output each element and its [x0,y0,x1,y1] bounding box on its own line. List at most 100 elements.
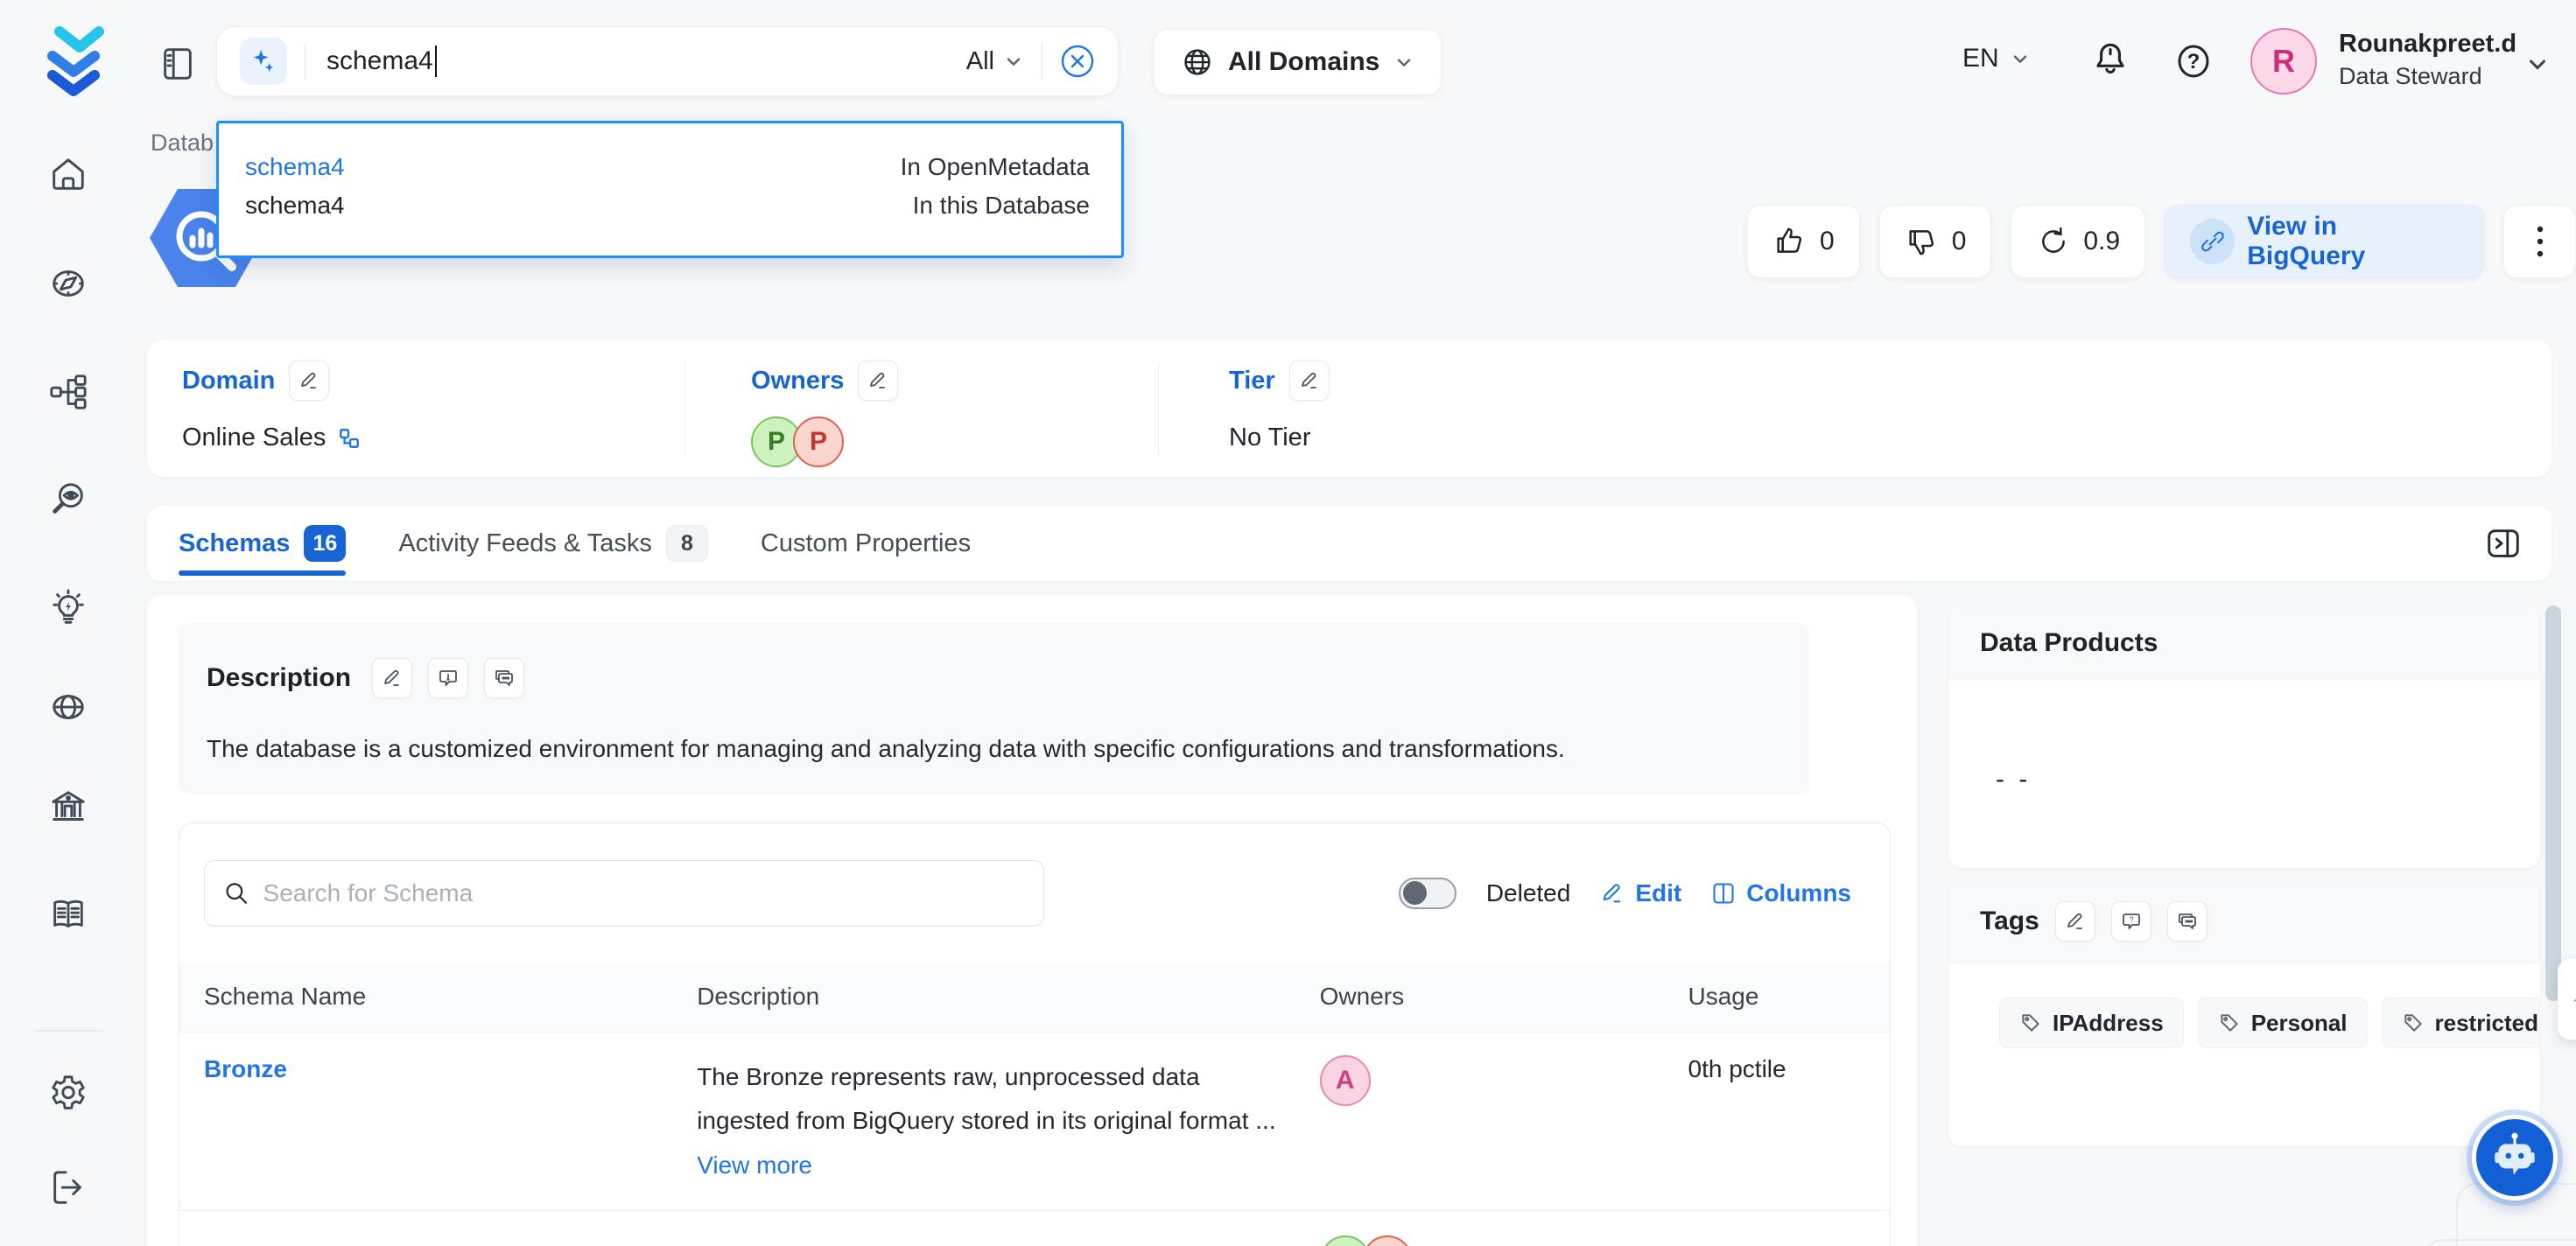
collapse-right-panel-icon[interactable] [2483,523,2523,564]
nav-home-icon[interactable] [48,155,88,195]
language-selector[interactable]: EN [1962,44,2031,74]
schema-link[interactable]: Bronze [204,1055,287,1082]
deleted-toggle[interactable] [1399,878,1456,909]
usage-value: 0th pctile [1688,1032,1890,1211]
right-panel-scrollbar[interactable] [2545,606,2561,1001]
tier-value: No Tier [1229,424,1330,452]
chevron-down-icon [1393,52,1414,73]
column-header[interactable]: Description [697,962,1319,1032]
schemas-panel: Description The database is a customized… [147,595,1917,1246]
downvote-button[interactable]: 0 [1879,205,1992,278]
user-avatar[interactable]: R [2250,28,2317,94]
column-header[interactable]: Owners [1320,962,1688,1032]
entity-meta-card: Domain Online Sales Owners P P Tier [147,340,2551,477]
global-search-bar[interactable]: schema4 All [216,26,1119,96]
score-button[interactable]: 0.9 [2011,205,2145,278]
user-menu-chevron-icon[interactable] [2524,51,2551,77]
schema-search-input[interactable] [263,879,1024,907]
chatbot-button[interactable] [2472,1115,2558,1200]
column-header[interactable]: Usage [1688,962,1890,1032]
tier-section: Tier No Tier [1229,360,1330,452]
nav-insights-icon[interactable] [48,588,88,628]
nav-lineage-icon[interactable] [48,372,88,412]
breadcrumb[interactable]: Datab [151,130,214,157]
help-icon[interactable]: ? [2172,40,2215,82]
tag-icon [2402,1012,2425,1034]
description-text: The database is a customized environment… [207,735,1782,763]
tag-chip[interactable]: restricted [2382,998,2540,1048]
clear-search-icon[interactable] [1060,44,1095,79]
thumbs-down-icon [1905,224,1940,259]
user-name: Rounakpreet.d [2339,28,2516,61]
schema-description: The Bronze represents raw, unprocessed d… [697,1055,1319,1099]
notifications-bell-icon[interactable] [2088,38,2132,82]
search-suggestions-dropdown: schema4 In OpenMetadata schema4 In this … [216,121,1124,258]
conversation-threads-icon[interactable] [484,658,524,698]
nav-govern-icon[interactable] [48,788,88,828]
svg-text:?: ? [2187,50,2200,74]
view-more-link[interactable]: View more [697,1144,1319,1187]
background-card-edge [2423,1239,2576,1246]
schema-search-box[interactable] [204,860,1044,927]
domain-value[interactable]: Online Sales [182,424,361,452]
user-info[interactable]: Rounakpreet.d Data Steward [2339,28,2516,92]
tab-activity-feeds[interactable]: Activity Feeds & Tasks 8 [398,506,708,581]
suggestion-item[interactable]: schema4 In OpenMetadata [245,148,1090,186]
owner-avatar[interactable]: A [1320,1055,1371,1106]
tab-custom-properties[interactable]: Custom Properties [761,506,971,581]
tier-label: Tier [1229,367,1275,396]
pencil-icon [2065,911,2086,932]
nav-explore-icon[interactable] [48,263,88,304]
tags-card: Tags ? IPAddress Personal restricted [1948,878,2540,1146]
edit-table-button[interactable]: Edit [1600,879,1681,907]
usage-value: 0th pctile [1688,1211,1890,1246]
edit-tags-button[interactable] [2055,901,2095,942]
more-options-button[interactable] [2503,205,2576,278]
columns-icon [1711,881,1736,906]
pencil-icon [1299,370,1320,391]
domain-hierarchy-icon [338,427,361,450]
owner-avatar[interactable]: P [1362,1236,1413,1246]
pencil-icon [867,370,888,391]
column-header[interactable]: Schema Name [179,962,697,1032]
tab-schemas[interactable]: Schemas 16 [179,506,346,581]
suggestion-scope: In OpenMetadata [901,153,1090,181]
sidebar-toggle-icon[interactable] [158,44,198,84]
suggestion-label[interactable]: schema4 [245,153,345,181]
tags-conversation-icon[interactable] [2167,901,2207,942]
suggestion-item[interactable]: schema4 In this Database [245,186,1090,225]
upvote-button[interactable]: 0 [1747,205,1860,278]
suggestion-label[interactable]: schema4 [245,192,345,220]
comment-icon[interactable] [428,658,468,698]
search-input[interactable]: schema4 [326,46,437,77]
tags-title: Tags [1980,906,2039,936]
chevron-down-icon [2010,48,2031,69]
nav-glossary-icon[interactable] [48,895,88,935]
schema-table-card: Deleted Edit Columns Schema Name Descrip… [179,822,1891,1246]
columns-button[interactable]: Columns [1711,879,1851,907]
owner-avatar[interactable]: P [793,416,844,467]
tag-chip[interactable]: Personal [2198,998,2368,1048]
request-tags-icon[interactable]: ? [2111,901,2151,942]
edit-domain-button[interactable] [289,360,329,401]
globe-icon [1181,46,1214,79]
edit-owners-button[interactable] [858,360,898,401]
edit-tier-button[interactable] [1289,360,1330,401]
owner-avatar[interactable]: P [1320,1236,1371,1246]
nav-domains-icon[interactable] [48,687,88,727]
nav-observability-icon[interactable] [48,480,88,520]
view-in-bigquery-button[interactable]: View in BigQuery [2165,205,2484,278]
data-products-title: Data Products [1980,628,2158,658]
all-domains-dropdown[interactable]: All Domains [1154,29,1442,95]
openmetadata-logo-icon[interactable] [44,23,107,96]
tag-chip[interactable]: IPAddress [1999,998,2184,1048]
edit-description-button[interactable] [372,658,412,698]
kebab-menu-icon [2535,224,2545,259]
edge-widget-partial[interactable] [2558,959,2576,1040]
partial-glyph-icon [2568,984,2576,1014]
owners-section: Owners P P [751,360,898,467]
nav-settings-icon[interactable] [48,1073,88,1113]
nav-logout-icon[interactable] [48,1167,88,1208]
schema-description: ingested from BigQuery stored in its ori… [697,1099,1319,1143]
search-scope-dropdown[interactable]: All [966,47,1024,76]
